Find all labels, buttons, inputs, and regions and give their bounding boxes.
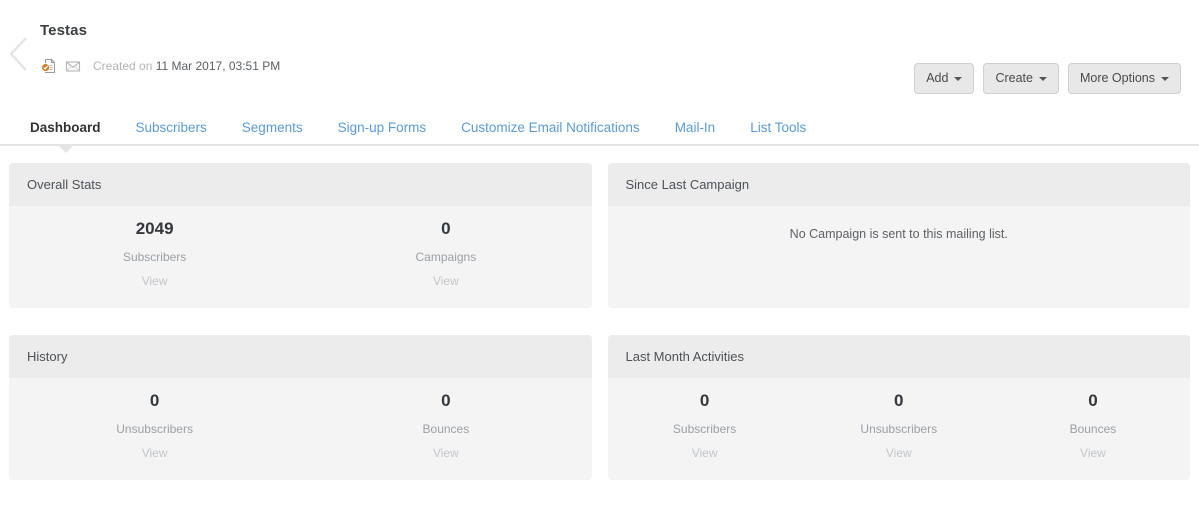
stat-history-bounces-label: Bounces <box>422 422 470 436</box>
panel-last-month-activities-body: 0 Subscribers View 0 Unsubscribers View … <box>607 378 1190 480</box>
header-action-buttons: Add Create More Options <box>914 63 1181 94</box>
envelope-icon <box>65 58 81 74</box>
tab-mail-in[interactable]: Mail-In <box>675 120 734 146</box>
panel-history-title: History <box>9 335 592 378</box>
panel-row-1: Overall Stats 2049 Subscribers View 0 Ca… <box>9 163 1190 308</box>
stat-lastmonth-bounces: 0 Bounces View <box>996 390 1190 466</box>
stat-lastmonth-subscribers-view-link[interactable]: View <box>608 445 802 461</box>
tab-segments[interactable]: Segments <box>242 120 321 146</box>
panel-overall-stats: Overall Stats 2049 Subscribers View 0 Ca… <box>9 163 592 308</box>
tab-dashboard-label: Dashboard <box>30 120 101 135</box>
page-header: Testas Created on 11 Mar 2017, 03:51 PM … <box>0 0 1199 108</box>
more-options-button[interactable]: More Options <box>1067 63 1181 94</box>
tab-sign-up-forms[interactable]: Sign-up Forms <box>338 120 445 146</box>
panel-row-2: History 0 Unsubscribers View 0 Bounces V… <box>9 335 1190 480</box>
stat-history-bounces: 0 Bounces View <box>300 390 591 466</box>
title-row: Testas <box>40 22 1179 40</box>
list-dashboard-page: Testas Created on 11 Mar 2017, 03:51 PM … <box>0 0 1199 509</box>
panel-since-last-campaign-title: Since Last Campaign <box>607 163 1190 206</box>
active-tab-indicator <box>57 144 75 153</box>
panel-overall-stats-body: 2049 Subscribers View 0 Campaigns View <box>9 206 592 308</box>
stat-history-bounces-view-link[interactable]: View <box>300 445 591 461</box>
more-options-button-label: More Options <box>1079 71 1155 85</box>
stat-history-unsubscribers-value: 0 <box>149 391 160 410</box>
tab-list-tools[interactable]: List Tools <box>750 120 824 146</box>
tab-bar: Dashboard Subscribers Segments Sign-up F… <box>0 108 1199 153</box>
tab-dashboard[interactable]: Dashboard <box>30 120 119 146</box>
stat-lastmonth-bounces-label: Bounces <box>1069 422 1117 436</box>
add-button[interactable]: Add <box>914 63 975 94</box>
stat-campaigns-view-link[interactable]: View <box>300 273 591 289</box>
document-verified-icon <box>41 58 57 74</box>
stat-lastmonth-unsubscribers: 0 Unsubscribers View <box>802 390 996 466</box>
tab-subscribers-label: Subscribers <box>135 120 207 135</box>
stat-lastmonth-subscribers: 0 Subscribers View <box>608 390 802 466</box>
caret-down-icon <box>954 77 963 81</box>
stat-history-unsubscribers: 0 Unsubscribers View <box>9 390 300 466</box>
stat-subscribers-label: Subscribers <box>122 250 187 264</box>
stat-lastmonth-subscribers-value: 0 <box>699 391 710 410</box>
stat-lastmonth-bounces-value: 0 <box>1088 391 1098 410</box>
created-prefix: Created on <box>93 59 153 73</box>
tab-bar-divider <box>0 144 1199 146</box>
stat-lastmonth-unsubscribers-value: 0 <box>894 391 904 410</box>
tab-customize-email-notifications-label: Customize Email Notifications <box>461 120 640 135</box>
stat-campaigns-label: Campaigns <box>415 250 477 264</box>
caret-down-icon <box>1161 77 1169 81</box>
stat-history-bounces-value: 0 <box>441 391 451 410</box>
stat-subscribers: 2049 Subscribers View <box>9 218 300 294</box>
stat-lastmonth-unsubscribers-view-link[interactable]: View <box>802 445 996 461</box>
panel-since-last-campaign: Since Last Campaign No Campaign is sent … <box>607 163 1190 308</box>
tab-subscribers[interactable]: Subscribers <box>136 120 225 146</box>
stat-lastmonth-unsubscribers-label: Unsubscribers <box>860 422 938 436</box>
panel-last-month-activities: Last Month Activities 0 Subscribers View… <box>607 335 1190 480</box>
dashboard-panels: Overall Stats 2049 Subscribers View 0 Ca… <box>0 146 1199 480</box>
panel-history: History 0 Unsubscribers View 0 Bounces V… <box>9 335 592 480</box>
caret-down-icon <box>1038 77 1047 81</box>
add-button-label: Add <box>926 71 949 85</box>
tab-sign-up-forms-label: Sign-up Forms <box>337 120 427 135</box>
create-button[interactable]: Create <box>983 63 1059 94</box>
tab-list-tools-label: List Tools <box>750 120 807 135</box>
created-on-text: Created on 11 Mar 2017, 03:51 PM <box>93 58 280 74</box>
stat-campaigns: 0 Campaigns View <box>300 218 591 294</box>
tab-mail-in-label: Mail-In <box>674 120 716 135</box>
panel-last-month-activities-title: Last Month Activities <box>607 335 1190 378</box>
panel-since-last-campaign-body: No Campaign is sent to this mailing list… <box>607 206 1190 308</box>
stat-subscribers-view-link[interactable]: View <box>9 273 300 289</box>
panel-overall-stats-title: Overall Stats <box>9 163 592 206</box>
page-title: Testas <box>40 22 88 39</box>
create-button-label: Create <box>995 71 1033 85</box>
back-chevron-icon[interactable] <box>8 36 30 72</box>
created-date: 11 Mar 2017, 03:51 PM <box>155 59 281 73</box>
stat-subscribers-value: 2049 <box>135 219 174 238</box>
tab-customize-email-notifications[interactable]: Customize Email Notifications <box>461 120 658 146</box>
stat-campaigns-value: 0 <box>441 219 451 238</box>
stat-lastmonth-bounces-view-link[interactable]: View <box>996 445 1190 461</box>
stat-history-unsubscribers-label: Unsubscribers <box>116 422 193 436</box>
stat-lastmonth-subscribers-label: Subscribers <box>672 422 737 436</box>
panel-history-body: 0 Unsubscribers View 0 Bounces View <box>9 378 592 480</box>
stat-history-unsubscribers-view-link[interactable]: View <box>9 445 300 461</box>
tab-segments-label: Segments <box>241 120 303 135</box>
no-campaign-message: No Campaign is sent to this mailing list… <box>789 227 1008 241</box>
